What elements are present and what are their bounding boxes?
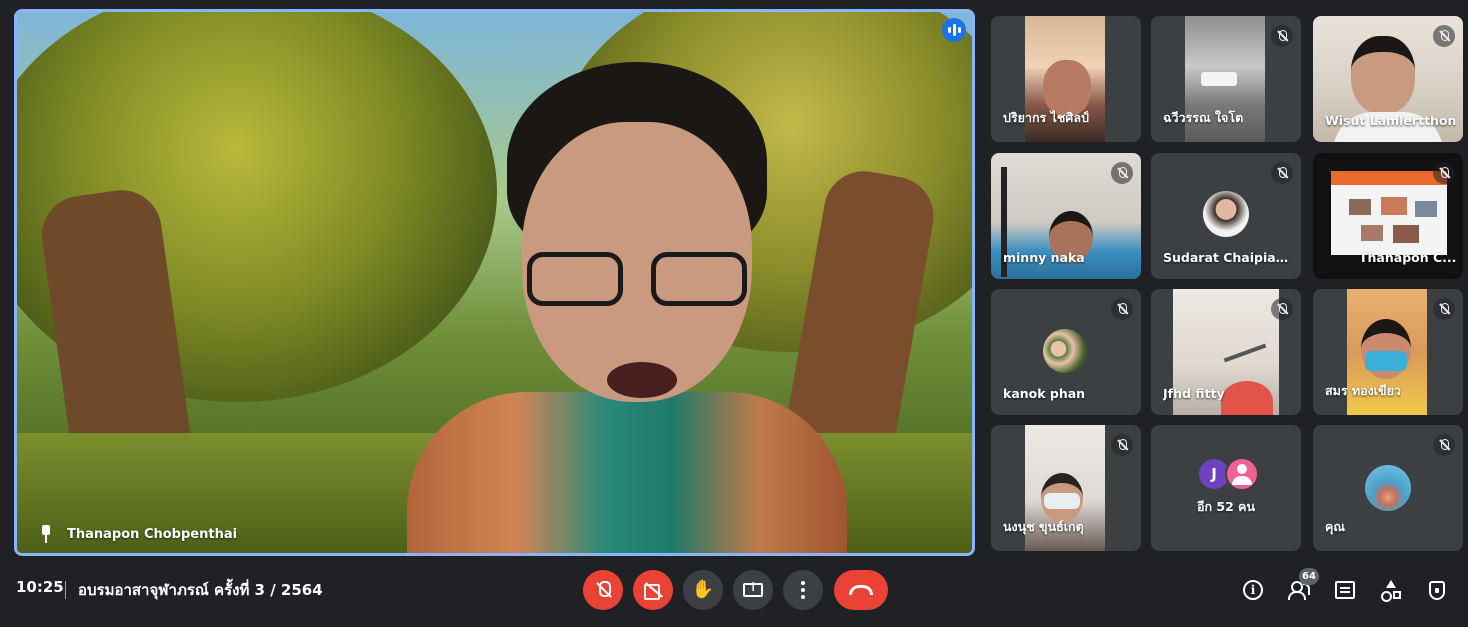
info-icon: i xyxy=(1243,580,1263,600)
participant-tile[interactable]: kanok phan xyxy=(991,289,1141,415)
camera-off-icon xyxy=(644,583,662,600)
overflow-count-label: อีก 52 คน xyxy=(1196,499,1256,514)
shared-screen-thumbnail xyxy=(1331,171,1447,255)
pin-icon[interactable] xyxy=(39,525,53,543)
more-options-button[interactable] xyxy=(783,570,823,610)
participant-avatar xyxy=(1043,329,1087,373)
divider xyxy=(65,581,66,599)
mic-off-icon xyxy=(1111,162,1133,184)
main-speaker-tile[interactable]: Thanapon Chobpenthai xyxy=(14,9,975,556)
mic-off-icon xyxy=(595,581,611,599)
self-avatar xyxy=(1365,465,1411,511)
participant-name: Thanapon C... xyxy=(1359,250,1457,265)
participant-name: สมร ทองเขียว xyxy=(1325,383,1401,398)
meeting-details-button[interactable]: i xyxy=(1239,576,1267,604)
participant-tile[interactable]: Wisut Lamlertthon xyxy=(1313,16,1463,142)
participant-name: Wisut Lamlertthon xyxy=(1325,113,1457,128)
participant-name: ฉวีวรรณ ใจโต xyxy=(1163,110,1244,125)
toggle-camera-button[interactable] xyxy=(633,570,673,610)
participant-avatar xyxy=(1203,191,1249,237)
leave-call-button[interactable] xyxy=(834,570,888,610)
participant-name: ปริยากร ไชศิลป์ xyxy=(1003,110,1089,125)
participant-tile[interactable]: ปริยากร ไชศิลป์ xyxy=(991,16,1141,142)
present-now-button[interactable] xyxy=(733,570,773,610)
mic-off-icon xyxy=(1111,298,1133,320)
participant-tile[interactable]: Sudarat Chaipianc... xyxy=(1151,153,1301,279)
participant-name: Jfhd fitty xyxy=(1163,386,1225,401)
chat-icon xyxy=(1335,581,1355,599)
participant-tile[interactable]: minny naka xyxy=(991,153,1141,279)
participant-name: นงนุช ขุนธ์เกตุ xyxy=(1003,519,1084,534)
activities-button[interactable] xyxy=(1377,576,1405,604)
toggle-microphone-button[interactable] xyxy=(583,570,623,610)
participant-tile[interactable]: ฉวีวรรณ ใจโต xyxy=(1151,16,1301,142)
host-controls-button[interactable] xyxy=(1423,576,1451,604)
participant-name: Sudarat Chaipianc... xyxy=(1163,250,1297,265)
speaker-video xyxy=(387,62,857,553)
host-controls-icon xyxy=(1429,580,1445,600)
participant-tile[interactable]: สมร ทองเขียว xyxy=(1313,289,1463,415)
clock: 10:25 xyxy=(16,578,64,596)
speaking-icon xyxy=(942,18,966,42)
activities-icon xyxy=(1381,580,1401,602)
mic-off-icon xyxy=(1271,25,1293,47)
mic-off-icon xyxy=(1433,162,1455,184)
speaker-name-label: Thanapon Chobpenthai xyxy=(39,525,237,543)
mic-off-icon xyxy=(1271,162,1293,184)
mic-off-icon xyxy=(1111,434,1133,456)
self-tile[interactable]: คุณ xyxy=(1313,425,1463,551)
overflow-participants-tile[interactable]: J อีก 52 คน xyxy=(1151,425,1301,551)
chat-button[interactable] xyxy=(1331,576,1359,604)
participant-count-badge: 64 xyxy=(1299,568,1319,585)
mic-off-icon xyxy=(1271,298,1293,320)
meeting-title: อบรมอาสาจุฬาภรณ์ ครั้งที่ 3 / 2564 xyxy=(78,581,323,599)
bottom-control-bar: 10:25 อบรมอาสาจุฬาภรณ์ ครั้งที่ 3 / 2564… xyxy=(0,556,1468,627)
participant-name: minny naka xyxy=(1003,250,1085,265)
end-call-icon xyxy=(849,585,873,595)
participant-tile[interactable]: นงนุช ขุนธ์เกตุ xyxy=(991,425,1141,551)
participant-name: คุณ xyxy=(1325,519,1345,534)
participant-tile[interactable]: Thanapon C... xyxy=(1313,153,1463,279)
raise-hand-icon: ✋ xyxy=(691,579,715,600)
speaker-name: Thanapon Chobpenthai xyxy=(67,526,238,542)
participant-name: kanok phan xyxy=(1003,386,1086,401)
participant-tile[interactable]: Jfhd fitty xyxy=(1151,289,1301,415)
more-options-icon xyxy=(801,581,805,599)
mic-off-icon xyxy=(1433,434,1455,456)
mic-off-icon xyxy=(1433,298,1455,320)
participant-avatar xyxy=(1225,457,1259,491)
mic-off-icon xyxy=(1433,25,1455,47)
raise-hand-button[interactable]: ✋ xyxy=(683,570,723,610)
present-screen-icon xyxy=(743,580,763,597)
